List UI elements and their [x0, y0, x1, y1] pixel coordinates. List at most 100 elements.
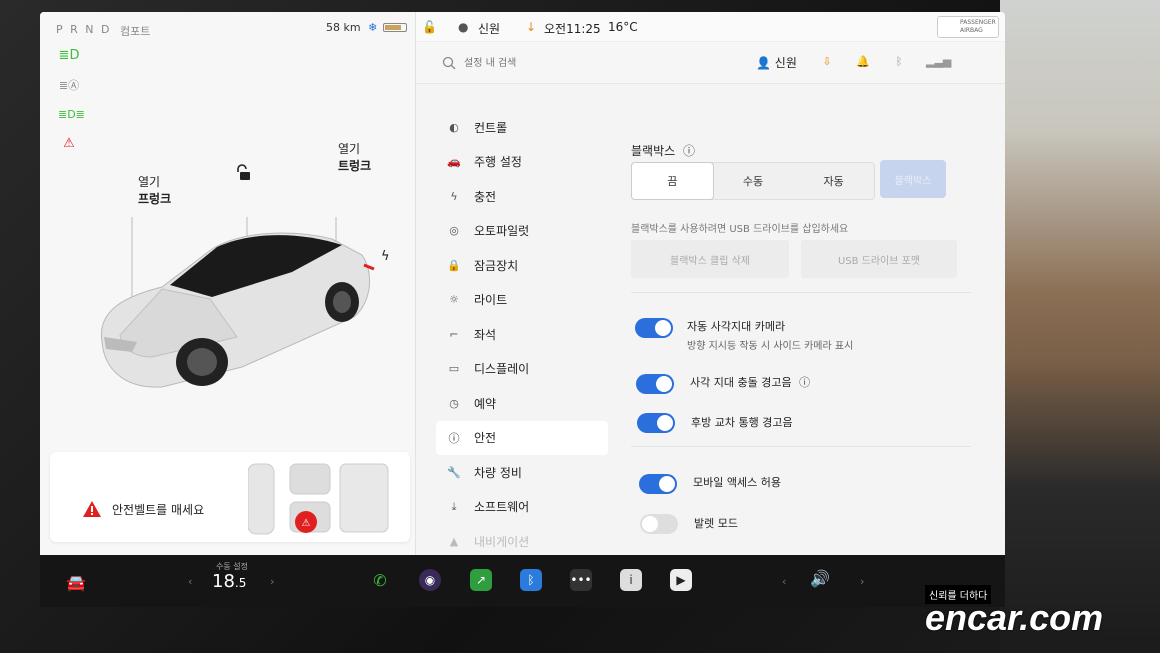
menu-item-navigation[interactable]: ▲ 내비게이션: [436, 524, 608, 559]
status-bar: 🔓 ● 신원 ↓ 오전11:25 16°C PASSENGER AIRBAG: [416, 12, 1005, 42]
taskbar: 🚘 ‹ 수동 설정 18.5 › ✆ ◉ ↗ ᛒ ••• i ▶ ‹ 🔊 ›: [40, 555, 1005, 607]
blindspot-warning-toggle[interactable]: [636, 374, 674, 394]
info-circle-icon: ⓘ: [448, 431, 460, 445]
dashcam-title-text: 블랙박스: [631, 144, 676, 158]
bluetooth-app-icon[interactable]: ᛒ: [520, 569, 542, 591]
menu-label: 차량 정비: [474, 465, 522, 480]
menu-item-lights[interactable]: ☼ 라이트: [436, 283, 608, 318]
divider: [631, 292, 971, 293]
gear-indicator: P R N D: [56, 23, 112, 36]
menu-item-charging[interactable]: ϟ 충전: [436, 179, 608, 214]
clock-icon: ◷: [449, 396, 459, 410]
menu-label: 예약: [474, 396, 497, 411]
bluetooth-icon[interactable]: ᛒ: [892, 55, 906, 69]
car-image: [100, 217, 375, 388]
bell-icon[interactable]: 🔔: [856, 55, 870, 69]
camera-icon[interactable]: ◉: [419, 569, 441, 591]
trunk-label[interactable]: 열기 트렁크: [338, 140, 371, 174]
auto-headlight-icon: ≣Ⓐ: [58, 79, 80, 92]
menu-label: 디스플레이: [474, 362, 530, 377]
cross-traffic-warning-label: 후방 교차 통행 경고음: [691, 416, 793, 429]
temp-value: 18: [212, 571, 235, 592]
range-text: 58 km: [326, 21, 361, 34]
menu-item-locks[interactable]: 🔒 잠금장치: [436, 248, 608, 283]
menu-label: 충전: [474, 189, 497, 204]
software-update-icon[interactable]: ⇩: [820, 55, 834, 69]
lock-icon: 🔒: [447, 258, 461, 272]
nav-arrow-icon: ▲: [449, 534, 459, 548]
frunk-text: 프렁크: [138, 192, 172, 206]
volume-icon[interactable]: 🔊: [810, 569, 830, 588]
mobile-access-label: 모바일 액세스 허용: [693, 476, 781, 489]
safety-settings: 블랙박스 ⓘ 끔 수동 자동 블랙박스 블랙박스를 사용하려면 USB 드라이브…: [631, 94, 991, 570]
lte-signal-icon: ▂▃▅: [926, 55, 952, 68]
settings-search-input[interactable]: [464, 54, 684, 72]
more-apps-icon[interactable]: •••: [570, 569, 592, 591]
menu-label: 잠금장치: [474, 258, 519, 273]
dashcam-manual-option[interactable]: 수동: [713, 163, 794, 199]
info-icon[interactable]: ⓘ: [683, 144, 695, 158]
profile-button[interactable]: 👤 신원: [756, 54, 797, 71]
blindspot-camera-toggle[interactable]: [635, 318, 673, 338]
car-icon[interactable]: 🚘: [66, 573, 86, 592]
charge-port-icon[interactable]: ϟ: [381, 249, 390, 264]
settings-header: 👤 신원 ⇩ 🔔 ᛒ ▂▃▅: [416, 42, 1005, 84]
menu-item-seats[interactable]: ⌐ 좌석: [436, 317, 608, 352]
menu-item-schedule[interactable]: ◷ 예약: [436, 386, 608, 421]
profile-icon: 👤: [756, 56, 771, 70]
menu-item-safety[interactable]: ⓘ 안전: [436, 420, 608, 455]
frunk-label[interactable]: 열기 프렁크: [138, 173, 171, 207]
battery-range: 58 km ❄: [326, 21, 407, 34]
user-icon: ●: [458, 20, 469, 34]
energy-app-icon[interactable]: ↗: [470, 569, 492, 591]
chevron-left-icon[interactable]: ‹: [782, 575, 786, 588]
blindspot-camera-label: 자동 사각지대 카메라: [687, 320, 786, 333]
format-usb-button[interactable]: USB 드라이브 포맷: [801, 240, 957, 278]
frunk-open-text: 열기: [138, 175, 161, 189]
lock-status-icon[interactable]: 🔓: [422, 20, 437, 34]
climate-temp[interactable]: 18.5: [212, 571, 246, 592]
warning-triangle-icon: [83, 501, 101, 517]
menu-item-driving[interactable]: 🚗 주행 설정: [436, 145, 608, 180]
download-icon: ↓: [526, 20, 537, 34]
profile-name: 신원: [774, 56, 797, 70]
mobile-access-toggle[interactable]: [639, 474, 677, 494]
car-icon: 🚗: [447, 155, 461, 169]
menu-label: 좌석: [474, 327, 497, 342]
trunk-open-text: 열기: [338, 142, 361, 156]
menu-item-software[interactable]: ⤓ 소프트웨어: [436, 490, 608, 525]
cross-traffic-warning-toggle[interactable]: [637, 413, 675, 433]
snowflake-icon: ❄: [368, 21, 378, 34]
chevron-left-icon[interactable]: ‹: [188, 575, 192, 588]
media-app-icon[interactable]: ▶: [670, 569, 692, 591]
unlock-icon[interactable]: [235, 164, 251, 182]
drive-mode: 컴포트: [120, 25, 151, 38]
menu-item-autopilot[interactable]: ◎ 오토파일럿: [436, 214, 608, 249]
toggle-icon: ◐: [449, 120, 459, 134]
chevron-right-icon[interactable]: ›: [860, 575, 864, 588]
valet-mode-toggle[interactable]: [640, 514, 678, 534]
info-icon[interactable]: ⓘ: [799, 376, 810, 389]
usb-hint-text: 블랙박스를 사용하려면 USB 드라이브를 삽입하세요: [631, 224, 849, 235]
sun-icon: ☼: [449, 293, 459, 307]
seat-map-icon: ⚠: [248, 463, 389, 535]
menu-item-display[interactable]: ▭ 디스플레이: [436, 352, 608, 387]
touchscreen: P R N D 컴포트 58 km ❄ ≣D ≣Ⓐ ≣D≣ ⚠ 열기 프렁크 열…: [40, 12, 1005, 570]
dashcam-segmented-control: 끔 수동 자동: [631, 162, 875, 200]
menu-item-controls[interactable]: ◐ 컨트롤: [436, 110, 608, 145]
blindspot-warning-text: 사각 지대 충돌 경고음: [690, 376, 792, 389]
phone-icon[interactable]: ✆: [369, 569, 391, 591]
dashcam-off-option[interactable]: 끔: [632, 163, 713, 199]
menu-item-service[interactable]: 🔧 차량 정비: [436, 455, 608, 490]
download-icon: ⤓: [451, 499, 457, 513]
chevron-right-icon[interactable]: ›: [270, 575, 274, 588]
manual-app-icon[interactable]: i: [620, 569, 642, 591]
dashcam-button[interactable]: 블랙박스: [880, 160, 946, 198]
delete-clips-button[interactable]: 블랙박스 클립 삭제: [631, 240, 789, 278]
dashcam-auto-option[interactable]: 자동: [793, 163, 874, 199]
user-name[interactable]: 신원: [478, 20, 500, 37]
valet-mode-label: 발렛 모드: [694, 517, 738, 530]
settings-panel: 👤 신원 ⇩ 🔔 ᛒ ▂▃▅ ◐ 컨트롤 🚗 주행 설정 ϟ 충전 ◎ 오토파일럿 🔒 잠…: [416, 42, 1005, 570]
dashcam-title: 블랙박스 ⓘ: [631, 142, 695, 159]
seatbelt-icon: ⚠: [63, 136, 75, 151]
